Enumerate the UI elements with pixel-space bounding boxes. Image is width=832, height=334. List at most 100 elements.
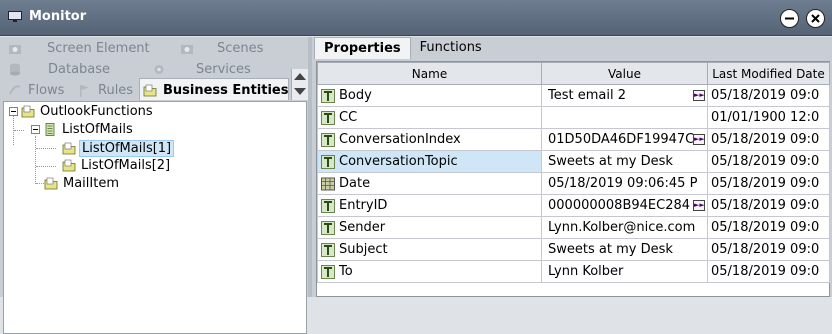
table-row[interactable]: Body Test email 2 ►► 05/18/2019 09:0: [317, 84, 830, 107]
scroll-down-arrow[interactable]: [294, 88, 306, 95]
text-icon: [321, 198, 335, 213]
window-title: Monitor: [29, 9, 87, 24]
monitor-icon: [8, 11, 22, 22]
cell-value[interactable]: 01D50DA46DF19947C ►►: [541, 128, 708, 151]
tree-node-item-2[interactable]: ListOfMails[2]: [62, 158, 172, 173]
nav-row-1: Screen Element Scenes: [0, 39, 290, 59]
monitor-window: Monitor Screen Element Scenes Database S…: [0, 0, 832, 334]
cell-date: 05/18/2019 09:0: [707, 128, 830, 151]
table-row[interactable]: ConversationIndex 01D50DA46DF19947C ►► 05/1…: [317, 128, 830, 151]
list-icon: [45, 123, 55, 136]
text-icon: [321, 264, 335, 279]
camera-icon: [181, 45, 193, 54]
nav-screen-element[interactable]: Screen Element: [8, 41, 150, 56]
scroll-up-arrow[interactable]: [294, 73, 306, 80]
cell-name[interactable]: ConversationIndex: [317, 128, 542, 151]
cell-value[interactable]: 05/18/2019 09:06:45 P: [541, 172, 708, 195]
nav-scrollbar[interactable]: [291, 69, 308, 100]
table-row[interactable]: Date 05/18/2019 09:06:45 P 05/18/2019 09:0: [317, 172, 830, 195]
nav-label: Flows: [28, 83, 65, 98]
nav-database[interactable]: Database: [8, 62, 110, 77]
cell-date: 05/18/2019 09:0: [707, 238, 830, 261]
close-icon: [811, 14, 820, 23]
cell-value[interactable]: Sweets at my Desk: [541, 150, 708, 173]
cell-name[interactable]: CC: [317, 106, 542, 129]
cell-value[interactable]: Test email 2 ►►: [541, 84, 708, 107]
nav-row-2: Database Services: [0, 60, 290, 80]
folder-icon: [62, 159, 76, 172]
tree-line: [35, 136, 36, 184]
last-modified-date: 05/18/2019 09:0: [711, 242, 820, 257]
nav-label: Business Entities: [163, 83, 289, 98]
last-modified-date: 05/18/2019 09:0: [711, 88, 820, 103]
nav-scenes[interactable]: Scenes: [180, 41, 263, 56]
table-row[interactable]: Subject Sweets at my Desk 05/18/2019 09:0: [317, 238, 830, 261]
property-value: Lynn.Kolber@nice.com: [548, 220, 696, 235]
text-icon: [321, 132, 335, 147]
tree-node-item-1[interactable]: ListOfMails[1]: [62, 140, 175, 157]
title-bar[interactable]: Monitor: [0, 0, 832, 36]
text-icon: [321, 154, 335, 169]
collapse-toggle[interactable]: [31, 125, 40, 134]
tree-node-listofmails[interactable]: ListOfMails: [31, 122, 135, 137]
expand-value-icon[interactable]: ►►: [693, 200, 705, 211]
tree-label: ListOfMails[1]: [79, 140, 175, 157]
property-value: 000000008B94EC284: [548, 198, 691, 213]
expand-value-icon[interactable]: ►►: [693, 134, 705, 145]
cell-name[interactable]: EntryID: [317, 194, 542, 217]
table-row[interactable]: ConversationTopic Sweets at my Desk 05/18/…: [317, 150, 830, 173]
cell-value[interactable]: [541, 106, 708, 129]
cell-name[interactable]: Body: [317, 84, 542, 107]
folder-icon: [62, 142, 76, 155]
property-value: Lynn Kolber: [548, 264, 624, 279]
property-value: 01D50DA46DF19947C: [548, 132, 695, 147]
property-value: Test email 2: [548, 88, 626, 103]
cell-value[interactable]: Lynn.Kolber@nice.com: [541, 216, 708, 239]
nav-rules[interactable]: Rules: [78, 83, 133, 98]
cell-date: 05/18/2019 09:0: [707, 194, 830, 217]
cell-name[interactable]: To: [317, 260, 542, 283]
table-row[interactable]: CC 01/01/1900 12:0: [317, 106, 830, 129]
text-icon: [321, 88, 335, 103]
collapse-toggle[interactable]: [9, 107, 18, 116]
last-modified-date: 05/18/2019 09:0: [711, 154, 820, 169]
cell-value[interactable]: Lynn Kolber: [541, 260, 708, 283]
nav-business-entities[interactable]: Business Entities: [143, 83, 288, 98]
table-row[interactable]: Sender Lynn.Kolber@nice.com 05/18/2019 09:…: [317, 216, 830, 239]
tree-node-root[interactable]: OutlookFunctions: [9, 104, 155, 119]
column-header-name[interactable]: Name: [317, 62, 542, 85]
cell-date: 05/18/2019 09:0: [707, 150, 830, 173]
tab-properties[interactable]: Properties: [314, 37, 411, 59]
tab-functions[interactable]: Functions: [411, 37, 491, 59]
expand-value-icon[interactable]: ►►: [693, 90, 705, 101]
close-button[interactable]: [806, 9, 825, 28]
tree-node-mailitem[interactable]: MailItem: [44, 176, 121, 191]
minimize-button[interactable]: [780, 9, 799, 28]
column-header-last-modified[interactable]: Last Modified Date: [707, 62, 830, 85]
property-name: Subject: [339, 242, 388, 257]
table-row[interactable]: To Lynn Kolber 05/18/2019 09:0: [317, 260, 830, 283]
nav-label: Screen Element: [47, 41, 150, 56]
folder-icon: [143, 84, 157, 97]
tree-line: [14, 130, 24, 131]
nav-flows[interactable]: Flows: [8, 83, 64, 98]
property-value: Sweets at my Desk: [548, 154, 673, 169]
nav-services[interactable]: Services: [152, 62, 251, 77]
cell-name[interactable]: Sender: [317, 216, 542, 239]
left-pane: Screen Element Scenes Database Services …: [0, 37, 310, 334]
cell-value[interactable]: 000000008B94EC284 ►►: [541, 194, 708, 217]
folder-icon: [21, 105, 35, 118]
cell-date: 05/18/2019 09:0: [707, 172, 830, 195]
flows-icon: [9, 85, 21, 95]
folder-icon: [44, 177, 58, 190]
tree-label: ListOfMails[2]: [81, 158, 171, 173]
property-value: Sweets at my Desk: [548, 242, 673, 257]
last-modified-date: 05/18/2019 09:0: [711, 198, 820, 213]
cell-value[interactable]: Sweets at my Desk: [541, 238, 708, 261]
table-row[interactable]: EntryID 000000008B94EC284 ►► 05/18/2019 09:…: [317, 194, 830, 217]
cell-name[interactable]: Subject: [317, 238, 542, 261]
cell-name[interactable]: ConversationTopic: [317, 150, 542, 173]
cell-name[interactable]: Date: [317, 172, 542, 195]
cell-date: 01/01/1900 12:0: [707, 106, 830, 129]
column-header-value[interactable]: Value: [541, 62, 708, 85]
